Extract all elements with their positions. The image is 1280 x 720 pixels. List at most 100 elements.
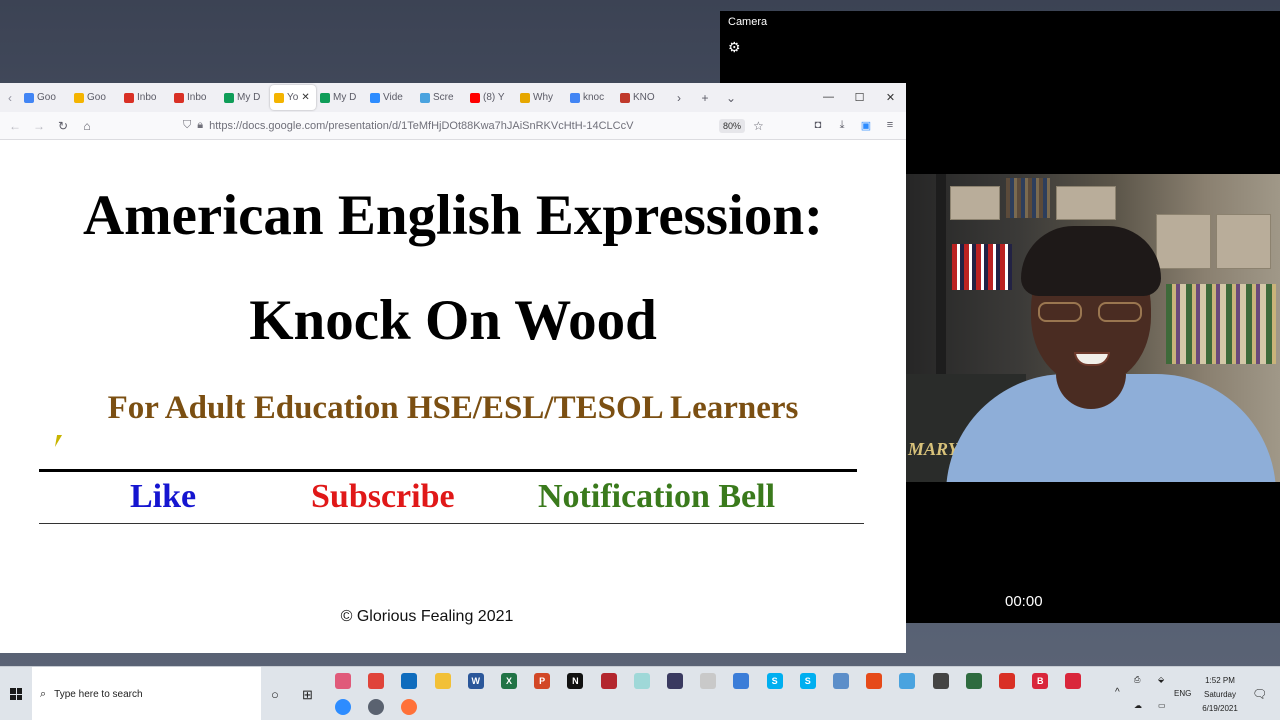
maximize-icon[interactable]: ☐ xyxy=(844,91,875,104)
mosaic-app-icon[interactable] xyxy=(600,673,617,689)
outlook-icon[interactable] xyxy=(401,673,418,689)
clock[interactable]: 1:52 PM Saturday 6/19/2021 xyxy=(1195,674,1245,716)
heart-app-icon[interactable] xyxy=(700,673,717,689)
clock-day: Saturday xyxy=(1203,690,1237,699)
bookmark-star-icon[interactable]: ☆ xyxy=(753,119,764,133)
book-row xyxy=(1166,284,1276,364)
excel-icon[interactable]: X xyxy=(501,673,517,689)
settings-icon[interactable] xyxy=(932,673,949,689)
google-slides-icon xyxy=(274,92,284,103)
google-calendar-icon xyxy=(24,92,34,103)
office-icon[interactable] xyxy=(866,673,883,689)
gear-icon[interactable]: ⚙ xyxy=(728,39,741,56)
skype-business-icon[interactable]: S xyxy=(799,673,816,689)
screencast-icon xyxy=(420,92,430,103)
pdf-icon[interactable] xyxy=(999,673,1015,689)
red-shield-icon[interactable] xyxy=(1065,673,1082,689)
task-view-icon[interactable]: ⊞ xyxy=(302,687,313,703)
back-arrow-icon[interactable]: ← xyxy=(3,119,27,133)
tab-close-icon[interactable]: ✕ xyxy=(301,92,309,103)
tab-title: Inbo xyxy=(187,92,207,103)
notifications-icon[interactable]: 🗨︎ xyxy=(1252,687,1267,701)
camera-window-title: Camera xyxy=(728,16,768,28)
new-tab-plus-icon[interactable]: + xyxy=(692,91,718,105)
windows-logo-icon xyxy=(10,688,22,700)
pocket-icon[interactable]: ◘ xyxy=(810,119,826,132)
browser-tab[interactable]: Yo ✕ xyxy=(270,85,316,110)
skype-icon[interactable]: S xyxy=(766,673,783,689)
close-icon[interactable]: ✕ xyxy=(875,91,906,104)
start-button[interactable] xyxy=(0,667,32,720)
chevron-right-icon[interactable]: › xyxy=(666,91,692,105)
address-bar[interactable]: ⛉ 🔒︎ https://docs.google.com/presentatio… xyxy=(179,115,719,137)
url-text[interactable]: https://docs.google.com/presentation/d/1… xyxy=(209,120,633,132)
chevron-left-icon[interactable]: ‹ xyxy=(0,91,20,105)
battery-icon[interactable]: ▭ xyxy=(1158,701,1166,710)
shield-icon[interactable]: ⛉ xyxy=(183,119,191,132)
cortana-icon[interactable]: ○ xyxy=(271,687,279,702)
tab-list-chevron-down-icon[interactable]: ⌄ xyxy=(718,91,744,105)
storage-box xyxy=(950,186,1000,220)
like-text: Like xyxy=(130,478,197,515)
reload-icon[interactable]: ↻ xyxy=(51,119,75,133)
calendar-app-icon[interactable] xyxy=(335,673,351,689)
screen-recorder-icon[interactable] xyxy=(667,673,683,689)
minimize-icon[interactable]: — xyxy=(813,91,844,104)
browser-tab[interactable]: Scre xyxy=(416,85,466,110)
browser-tab[interactable]: Goo xyxy=(20,85,70,110)
browser-tab[interactable]: My D xyxy=(316,85,366,110)
firefox-icon[interactable] xyxy=(401,699,417,715)
meet-now-icon[interactable]: ⎙ xyxy=(1134,675,1140,685)
chrome-icon[interactable] xyxy=(368,673,385,689)
browser-tab[interactable]: Inbo xyxy=(120,85,170,110)
b-app-icon[interactable]: B xyxy=(1032,673,1049,689)
person-glasses xyxy=(1038,302,1148,324)
flags xyxy=(952,244,1012,290)
home-icon[interactable]: ⌂ xyxy=(75,119,99,133)
powerpoint-icon[interactable]: P xyxy=(534,673,551,689)
browser-tab[interactable]: My D xyxy=(220,85,270,110)
browser-tab[interactable]: (8) Y xyxy=(466,85,516,110)
browser-tab[interactable]: Vide xyxy=(366,85,416,110)
storage-box xyxy=(1156,214,1211,269)
camera-app-icon[interactable] xyxy=(368,699,384,715)
file-explorer-icon[interactable] xyxy=(434,673,451,689)
zoom-level-badge[interactable]: 80% xyxy=(719,118,746,133)
tab-title: Yo xyxy=(287,92,299,103)
browser-tab[interactable]: Goo xyxy=(70,85,120,110)
browser-tab[interactable]: Inbo xyxy=(170,85,220,110)
clock-time: 1:52 PM xyxy=(1205,676,1235,685)
divider-line xyxy=(39,523,864,524)
zoom-video-icon xyxy=(370,92,380,103)
navigation-bar: ← → ↻ ⌂ ⛉ 🔒︎ https://docs.google.com/pre… xyxy=(0,112,906,140)
menu-hamburger-icon[interactable]: ≡ xyxy=(882,119,898,132)
window-controls: — ☐ ✕ xyxy=(813,91,906,104)
storage-box xyxy=(1216,214,1271,269)
tab-title: Scre xyxy=(433,92,454,103)
language-indicator[interactable]: ENG xyxy=(1174,689,1191,698)
zoom-icon[interactable] xyxy=(335,699,351,715)
browser-window: ‹ Goo Goo Inbo Inbo My D Yo ✕ My D Vide Scre (8) Y… xyxy=(0,83,906,653)
globe-icon[interactable] xyxy=(733,673,750,689)
screencast-icon[interactable] xyxy=(899,673,916,689)
dropbox-icon[interactable]: ⬙ xyxy=(1158,675,1164,684)
chevron-up-icon[interactable]: ^ xyxy=(1115,687,1120,698)
search-placeholder[interactable]: Type here to search xyxy=(54,689,142,700)
chat-app-icon[interactable] xyxy=(633,673,650,689)
taskbar-search-box[interactable]: ⌕ Type here to search xyxy=(32,667,261,720)
mouse-cursor-icon xyxy=(54,435,68,447)
shield-app-icon[interactable] xyxy=(965,673,982,689)
onedrive-icon[interactable]: ☁ xyxy=(1134,701,1142,710)
browser-tab[interactable]: knoc xyxy=(566,85,616,110)
word-icon[interactable]: W xyxy=(467,673,484,689)
zoom-extension-icon[interactable]: ▣ xyxy=(858,119,874,132)
browser-tab[interactable]: Why xyxy=(516,85,566,110)
download-icon[interactable]: ⤓ xyxy=(834,119,850,132)
forward-arrow-icon[interactable]: → xyxy=(27,119,51,133)
whiteboard-icon[interactable] xyxy=(833,673,849,689)
lock-icon[interactable]: 🔒︎ xyxy=(197,119,203,132)
tab-title: Goo xyxy=(87,92,106,103)
storage-box xyxy=(1056,186,1116,220)
browser-tab[interactable]: KNO xyxy=(616,85,666,110)
netflix-icon[interactable]: N xyxy=(567,673,584,689)
